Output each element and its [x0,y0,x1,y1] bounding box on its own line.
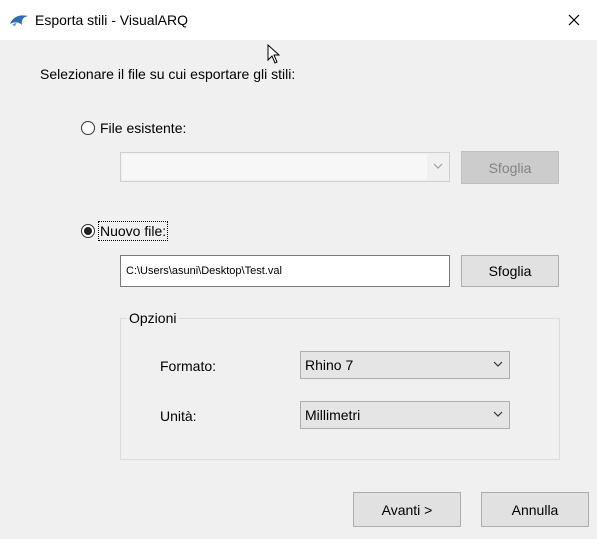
visualarq-app-icon [10,15,28,26]
existing-file-browse-button[interactable]: Sfoglia [461,151,559,184]
units-label: Unità: [160,408,197,424]
existing-file-label[interactable]: File esistente: [100,120,186,136]
window-title: Esporta stili - VisualARQ [35,12,189,28]
close-icon [568,14,580,26]
close-button[interactable] [551,0,597,40]
format-label: Formato: [160,358,217,374]
existing-file-radio[interactable] [81,121,95,135]
chevron-down-icon [493,361,503,367]
cancel-button[interactable]: Annulla [481,492,589,527]
existing-file-combo-field [122,154,427,180]
format-select-value: Rhino 7 [305,357,354,373]
new-file-radio[interactable] [81,224,95,238]
new-file-label[interactable]: Nuovo file: [97,221,169,241]
units-select[interactable]: Millimetri [300,401,510,429]
new-file-path-input[interactable]: C:\Users\asuni\Desktop\Test.val [120,255,450,287]
mouse-cursor-icon [267,44,281,64]
new-file-browse-button[interactable]: Sfoglia [461,255,559,287]
next-button[interactable]: Avanti > [353,492,461,527]
options-group-label: Opzioni [126,310,180,326]
export-prompt: Selezionare il file su cui esportare gli… [40,66,296,82]
units-select-value: Millimetri [305,407,361,423]
chevron-down-icon [433,163,443,169]
options-groupbox [120,318,560,460]
chevron-down-icon [493,411,503,417]
format-select[interactable]: Rhino 7 [300,351,510,379]
title-bar: Esporta stili - VisualARQ [0,0,597,40]
existing-file-combo[interactable] [120,152,450,182]
